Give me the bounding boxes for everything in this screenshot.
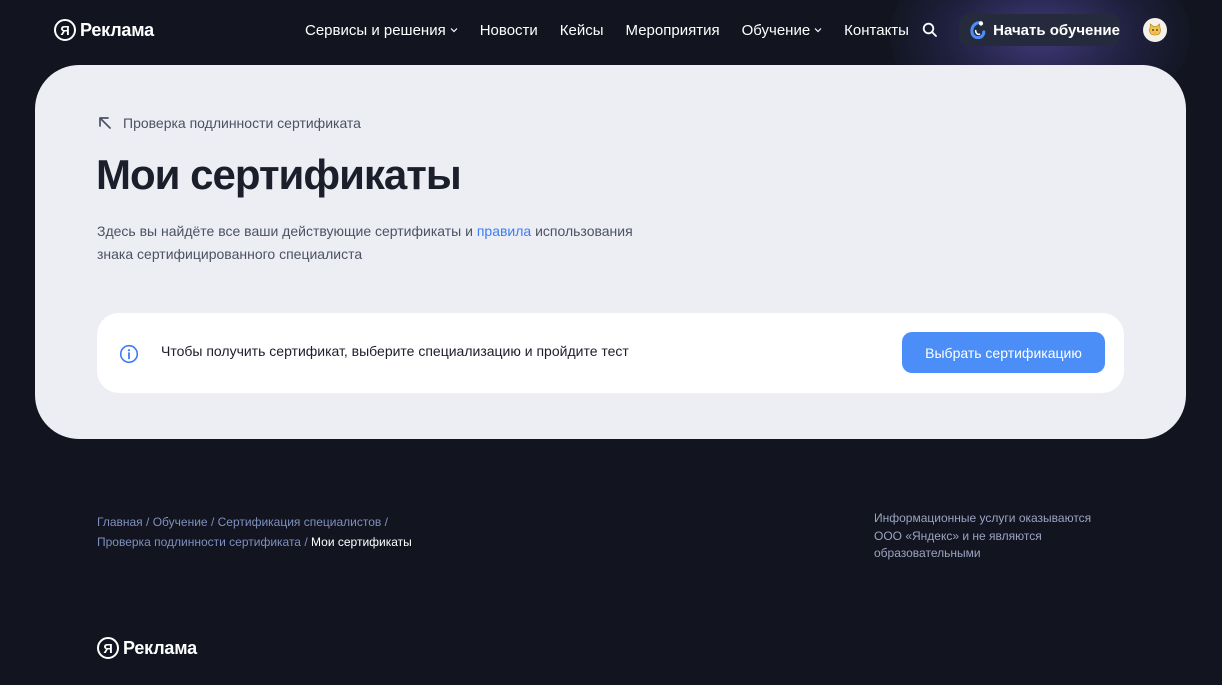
breadcrumb-separator: /: [304, 535, 308, 549]
chevron-down-icon: [814, 28, 822, 33]
chevron-down-icon: [450, 28, 458, 33]
breadcrumb-certification[interactable]: Сертификация специалистов: [218, 515, 382, 529]
yandex-logo-icon: Я: [54, 19, 76, 41]
main-nav: Сервисы и решения Новости Кейсы Мероприя…: [305, 18, 931, 42]
nav-item-education[interactable]: Обучение: [742, 22, 823, 39]
notice-message: Чтобы получить сертификат, выберите спец…: [161, 343, 629, 359]
start-learning-label: Начать обучение: [993, 21, 1120, 39]
user-avatar[interactable]: [1143, 18, 1167, 42]
footer-disclaimer: Информационные услуги оказываются ООО «Я…: [874, 511, 1092, 560]
breadcrumb-home[interactable]: Главная: [97, 515, 143, 529]
back-link-label: Проверка подлинности сертификата: [123, 115, 361, 131]
nav-item-label: Обучение: [741, 21, 811, 39]
nav-item-news[interactable]: Новости: [480, 22, 538, 39]
nav-item-label: Кейсы: [559, 21, 604, 39]
footer-logo[interactable]: Я Реклама: [97, 636, 197, 660]
page: Я Реклама Сервисы и решения Новости Кейс…: [0, 0, 1222, 685]
breadcrumb-separator: /: [146, 515, 150, 529]
nav-item-cases[interactable]: Кейсы: [560, 22, 604, 39]
breadcrumb-separator: /: [210, 515, 215, 529]
page-description: Здесь вы найдёте все ваши действующие се…: [97, 220, 657, 266]
start-learning-button[interactable]: Начать обучение: [959, 14, 1120, 46]
certificates-card: Проверка подлинности сертификата Мои сер…: [35, 65, 1186, 439]
nav-item-label: Сервисы и решения: [305, 21, 446, 39]
logo-text: Реклама: [123, 637, 197, 658]
search-icon[interactable]: [921, 21, 939, 39]
info-notice: Чтобы получить сертификат, выберите спец…: [97, 313, 1124, 393]
cat-face-icon: [1149, 23, 1161, 36]
breadcrumb-certificate-check[interactable]: Проверка подлинности сертификата: [97, 535, 301, 549]
header-logo[interactable]: Я Реклама: [54, 18, 154, 42]
nav-item-contacts[interactable]: Контакты: [844, 22, 909, 39]
info-icon: [119, 344, 139, 364]
description-text: Здесь вы найдёте все ваши действующие се…: [97, 223, 477, 239]
arrow-up-left-icon: [99, 117, 111, 129]
logo-text: Реклама: [80, 19, 154, 40]
back-link-certificate-check[interactable]: Проверка подлинности сертификата: [97, 115, 361, 131]
yandex-logo-icon: Я: [97, 637, 119, 659]
breadcrumb-current: Мои сертификаты: [311, 535, 412, 549]
choose-certification-button[interactable]: Выбрать сертификацию: [902, 332, 1105, 373]
nav-item-label: Мероприятия: [625, 21, 720, 39]
rules-link[interactable]: правила: [477, 223, 531, 239]
breadcrumb-education[interactable]: Обучение: [153, 515, 208, 529]
nav-item-label: Новости: [479, 21, 538, 39]
nav-item-services[interactable]: Сервисы и решения: [305, 22, 458, 39]
nav-item-label: Контакты: [844, 21, 909, 39]
learning-emblem-icon: [970, 20, 986, 40]
breadcrumb-separator: /: [384, 515, 388, 529]
breadcrumb: Главная / Обучение / Сертификация специа…: [97, 512, 477, 552]
page-title: Мои сертификаты: [96, 151, 462, 198]
nav-item-events[interactable]: Мероприятия: [626, 22, 720, 39]
